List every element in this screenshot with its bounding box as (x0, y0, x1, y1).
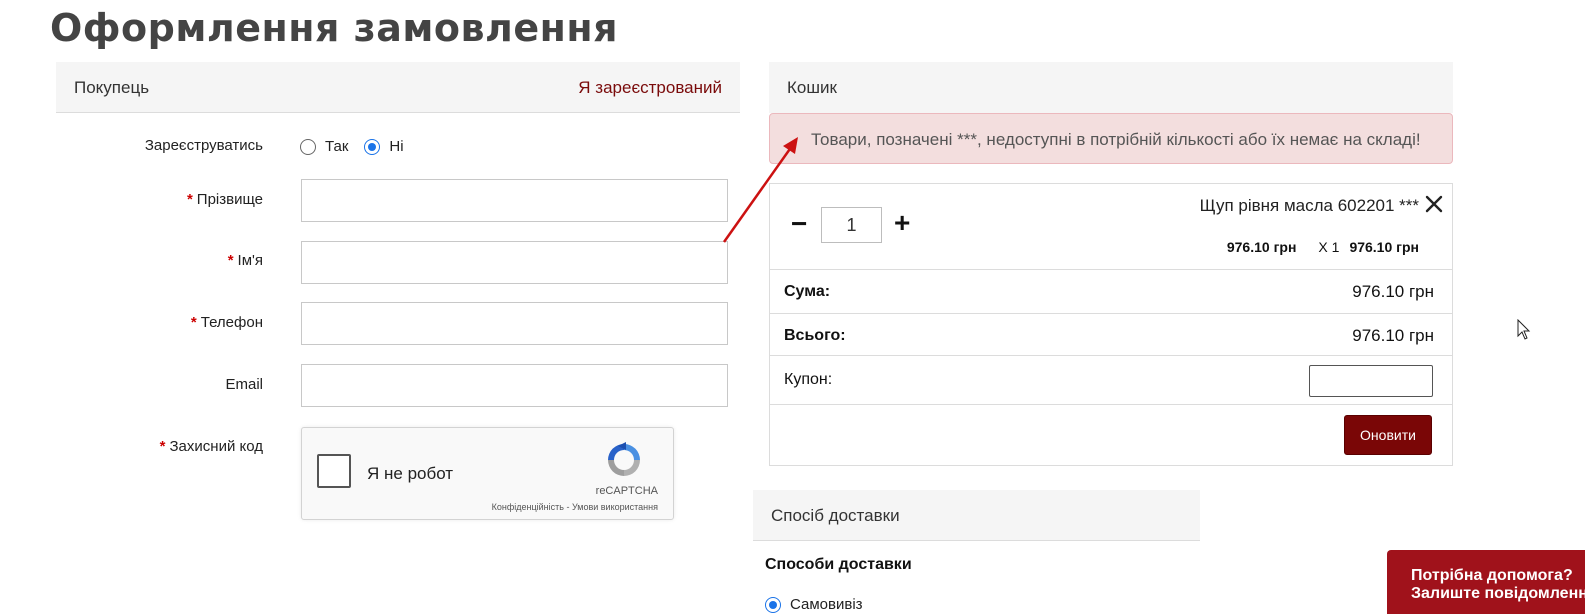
buyer-panel-title: Покупець (74, 78, 150, 97)
coupon-row: Купон: (770, 355, 1452, 404)
delivery-panel-title: Спосіб доставки (771, 506, 900, 525)
recaptcha-terms-link[interactable]: Конфіденційність - Умови використання (492, 502, 658, 512)
item-multiplier: X 1 (1318, 239, 1340, 255)
recaptcha-brand: reCAPTCHA (595, 485, 658, 497)
product-name[interactable]: Щуп рівня масла 602201 *** (1200, 196, 1419, 216)
item-line-total: 976.10 грн (1349, 239, 1419, 255)
stock-alert: Товари, позначені ***, недоступні в потр… (769, 113, 1453, 164)
help-chat-widget[interactable]: Потрібна допомога? Залиште повідомлення (1387, 550, 1585, 614)
cart-table: − + Щуп рівня масла 602201 *** 976.10 гр… (769, 183, 1453, 466)
captcha-label: * Захисний код (159, 438, 263, 455)
stock-alert-text: Товари, позначені ***, недоступні в потр… (811, 130, 1421, 149)
total-row: Всього: 976.10 грн (770, 313, 1452, 355)
pickup-label[interactable]: Самовивіз (790, 596, 863, 613)
recaptcha-logo-icon (608, 442, 640, 476)
page-title: Оформлення замовлення (50, 6, 619, 50)
quantity-minus-button[interactable]: − (791, 210, 807, 238)
help-line-2[interactable]: Залиште повідомлення (1411, 585, 1585, 603)
cart-panel-title: Кошик (787, 78, 837, 97)
subtotal-row: Сума: 976.10 грн (770, 269, 1452, 313)
total-label: Всього: (784, 327, 846, 344)
recaptcha-label[interactable]: Я не робот (367, 464, 453, 484)
register-no-radio[interactable] (364, 138, 381, 155)
cart-panel-header: Кошик (769, 62, 1453, 113)
update-row: Оновити (770, 404, 1452, 465)
update-cart-button[interactable]: Оновити (1344, 415, 1432, 455)
quantity-plus-button[interactable]: + (894, 209, 910, 237)
delivery-methods-heading: Способи доставки (765, 556, 912, 573)
item-unit-price: 976.10 грн (1226, 239, 1297, 255)
name-label: * Ім'я (227, 252, 263, 269)
register-radio-group: Так Ні (300, 138, 420, 155)
delivery-panel-header: Спосіб доставки (753, 490, 1200, 541)
subtotal-value: 976.10 грн (1352, 282, 1434, 301)
pickup-radio[interactable] (765, 596, 781, 613)
surname-input[interactable] (301, 179, 728, 222)
surname-label: * Прізвище (186, 191, 263, 208)
quantity-input[interactable] (821, 207, 882, 243)
email-input[interactable] (301, 364, 728, 407)
recaptcha-checkbox[interactable] (317, 454, 351, 488)
coupon-label: Купон: (784, 371, 833, 388)
email-label: Email (225, 376, 263, 393)
recaptcha-widget: Я не робот reCAPTCHA Конфіденційність - … (301, 427, 674, 520)
coupon-input[interactable] (1309, 365, 1433, 397)
registered-login-link[interactable]: Я зареєстрований (578, 78, 722, 98)
name-input[interactable] (301, 241, 728, 284)
phone-label: * Телефон (190, 314, 263, 331)
phone-input[interactable] (301, 302, 728, 345)
register-yes-label[interactable]: Так (325, 138, 348, 155)
mouse-cursor-icon (1517, 319, 1531, 340)
buyer-panel-header: Покупець Я зареєстрований (56, 62, 740, 113)
register-yes-radio[interactable] (300, 138, 316, 155)
register-label: Зареєструватись (144, 137, 263, 154)
help-line-1[interactable]: Потрібна допомога? (1411, 567, 1573, 585)
delivery-option-pickup[interactable]: Самовивіз (765, 596, 863, 613)
subtotal-label: Сума: (784, 283, 831, 300)
total-value: 976.10 грн (1352, 326, 1434, 345)
item-price-line: 976.10 грн X 1 976.10 грн (1227, 239, 1419, 255)
remove-item-close-icon[interactable] (1424, 194, 1444, 214)
register-no-label[interactable]: Ні (389, 138, 403, 155)
